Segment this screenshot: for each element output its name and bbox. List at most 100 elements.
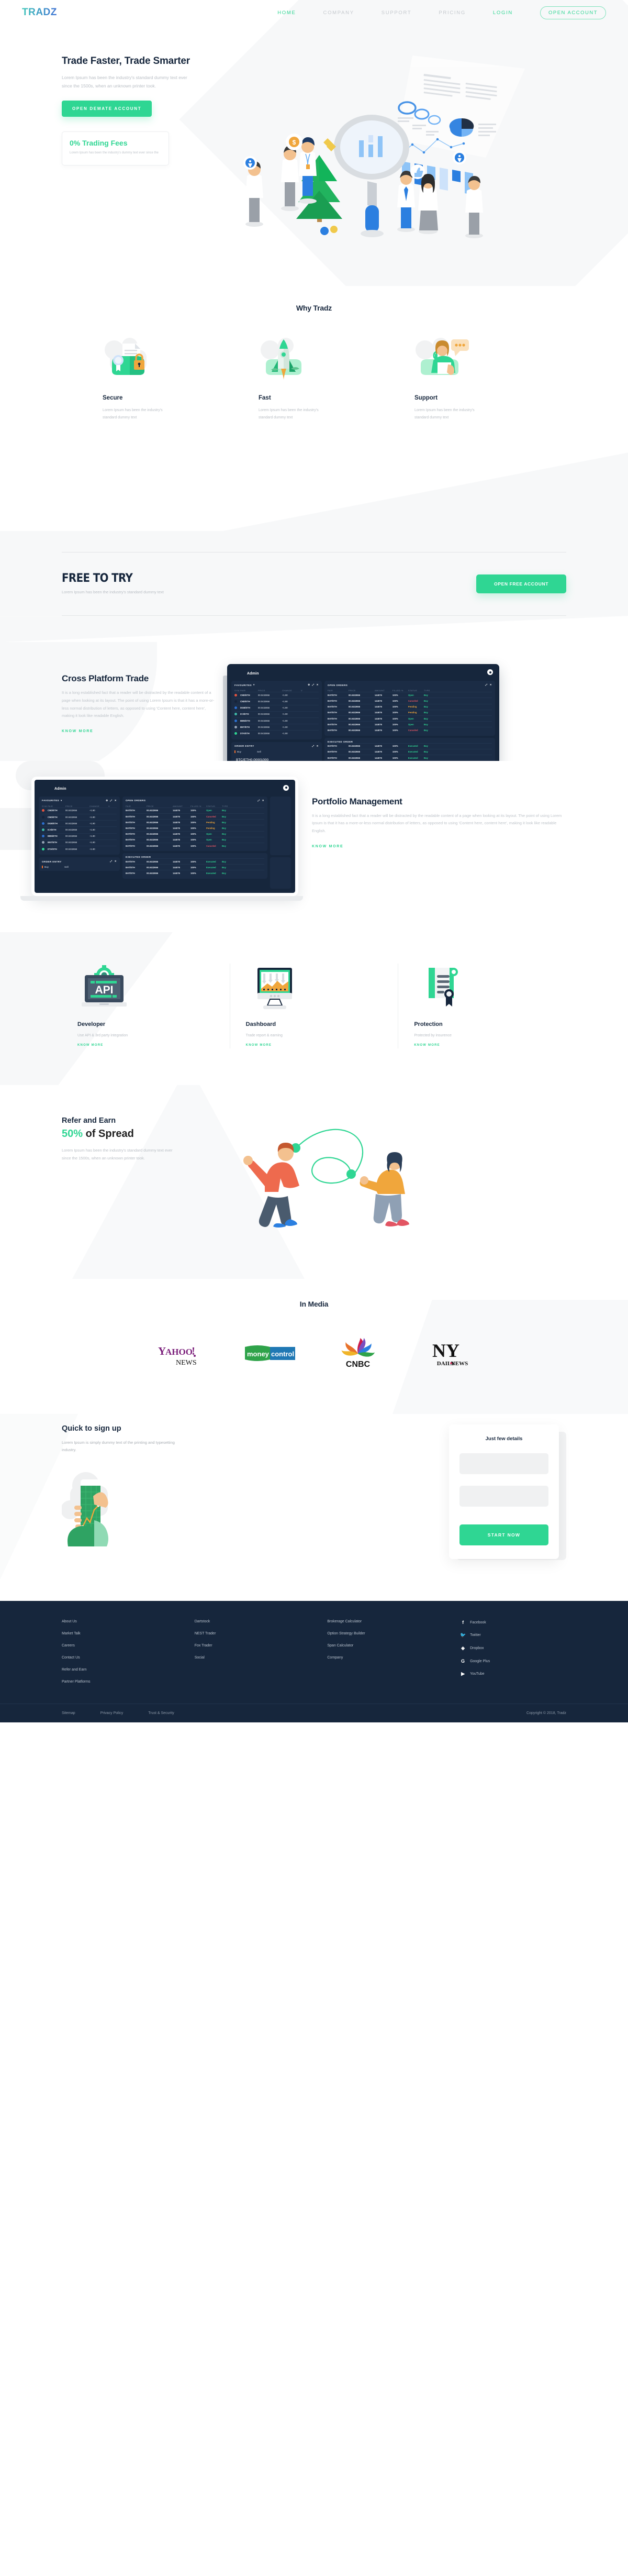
table-row[interactable]: CND/ETH 00.0432656 +1.90: [234, 692, 319, 698]
feature-know-more-link[interactable]: KNOW MORE: [246, 1044, 272, 1047]
cell-change: +1.90: [282, 706, 288, 710]
table-row[interactable]: ICX/ETH 00.0432656 +1.90: [234, 711, 319, 717]
social-link-dropbox[interactable]: ◈ Dropbox: [460, 1645, 566, 1651]
expand-icon[interactable]: ⤢: [110, 860, 113, 863]
monitor-chart-icon: [257, 967, 292, 1009]
avatar[interactable]: [283, 784, 289, 791]
table-row[interactable]: BAT/ETH 00.0432656 144076 100% Executed Buy: [327, 754, 492, 760]
table-row[interactable]: BAT/ETH 00.0432656 144076 100% Canceled Buy: [126, 842, 264, 848]
order-tab-sell[interactable]: Sell: [254, 750, 274, 753]
table-row[interactable]: BAT/ETH 00.0432656 144076 100% Open Buy: [327, 715, 492, 721]
footer-bottom-link[interactable]: Sitemap: [62, 1711, 75, 1715]
table-row[interactable]: BAT/ETH 00.0432656 144076 100% Open Buy: [327, 692, 492, 698]
table-row[interactable]: BBN/ETH 00.0432656 +1.90: [42, 833, 117, 839]
table-row[interactable]: BAT/ETH 00.0432656 144076 100% Open Buy: [126, 807, 264, 813]
chevron-down-icon[interactable]: ▾: [253, 683, 255, 687]
close-icon[interactable]: ✕: [317, 683, 319, 687]
table-row[interactable]: BAT/ETH 00.0432656 144076 100% Executed Buy: [327, 748, 492, 755]
social-link-twitter[interactable]: 🐦 Twitter: [460, 1632, 566, 1638]
social-link-facebook[interactable]: f Facebook: [460, 1620, 566, 1625]
feature-know-more-link[interactable]: KNOW MORE: [77, 1044, 103, 1047]
table-row[interactable]: BAT/ETH 00.0432656 144076 100% Open Buy: [327, 721, 492, 727]
close-icon[interactable]: ✕: [115, 860, 117, 863]
footer-link[interactable]: Option Strategy Builder: [327, 1632, 460, 1635]
footer-bottom-link[interactable]: Privacy Policy: [100, 1711, 124, 1715]
table-row[interactable]: BAT/ETH 00.0432656 144076 100% Canceled Buy: [327, 727, 492, 733]
expand-icon[interactable]: ⤢: [486, 683, 488, 687]
footer-link[interactable]: Brokerage Calculator: [327, 1620, 460, 1623]
table-row[interactable]: BAT/ETH 00.0432656 144076 100% Executed Buy: [126, 858, 264, 864]
expand-icon[interactable]: ⤢: [312, 683, 315, 687]
table-row[interactable]: BAT/ETH 00.0432656 144076 100% Pending Buy: [327, 709, 492, 715]
table-row[interactable]: BAT/ETH 00.0432656 144076 100% Executed Buy: [327, 743, 492, 749]
coin-icon: [234, 700, 240, 703]
table-row[interactable]: BBN/ETH 00.0432656 +1.90: [234, 717, 319, 724]
footer-link[interactable]: Refer and Earn: [62, 1668, 195, 1672]
chevron-down-icon[interactable]: ▾: [61, 799, 62, 802]
table-row[interactable]: BNT/ETH 00.0432656 +1.90: [42, 839, 117, 846]
table-row[interactable]: BAT/ETH 00.0432656 144076 100% Open Buy: [126, 831, 264, 837]
portfolio-know-more-link[interactable]: KNOW MORE: [312, 845, 343, 848]
order-tab-buy-2[interactable]: Buy: [42, 866, 62, 869]
close-icon[interactable]: ✕: [115, 799, 117, 802]
table-row[interactable]: CND/ETH 00.0432656 +1.90: [42, 807, 117, 814]
open-demate-account-button[interactable]: OPEN DEMATE ACCOUNT: [62, 101, 152, 117]
nav-item-home[interactable]: HOME: [277, 10, 296, 16]
table-row[interactable]: DGB/ETH 00.0432656 +1.90: [234, 704, 319, 711]
nav-item-support[interactable]: SUPPORT: [382, 10, 412, 16]
nav-item-pricing[interactable]: PRICING: [439, 10, 466, 16]
footer-link[interactable]: Dartstock: [195, 1620, 328, 1623]
expand-icon[interactable]: ⤢: [312, 745, 315, 748]
footer-link[interactable]: NEST Trader: [195, 1632, 328, 1635]
footer-bottom-link[interactable]: Trust & Security: [148, 1711, 174, 1715]
social-link-google-plus[interactable]: G Google Plus: [460, 1659, 566, 1664]
expand-icon[interactable]: ⤢: [258, 799, 260, 802]
settings-icon[interactable]: ⚙: [308, 683, 310, 687]
feature-know-more-link[interactable]: KNOW MORE: [414, 1044, 440, 1047]
close-icon[interactable]: ✕: [490, 683, 492, 687]
table-row[interactable]: BAT/ETH 00.0432656 144076 100% Executed Buy: [126, 864, 264, 870]
table-row[interactable]: BAT/ETH 00.0432656 144076 100% Pending Buy: [327, 703, 492, 710]
footer-link[interactable]: Fox Trader: [195, 1644, 328, 1648]
footer-link[interactable]: Span Calculator: [327, 1644, 460, 1648]
table-row[interactable]: CND/ETH 00.0432656 +1.90: [42, 813, 117, 820]
why-card-name: Support: [414, 395, 438, 401]
settings-icon[interactable]: ⚙: [106, 799, 108, 802]
open-free-account-button[interactable]: OPEN FREE ACCOUNT: [476, 574, 566, 594]
expand-icon[interactable]: ⤢: [110, 799, 113, 802]
nav-item-company[interactable]: COMPANY: [323, 10, 354, 16]
table-row[interactable]: DGB/ETH 00.0432656 +1.90: [42, 820, 117, 826]
footer-link[interactable]: Careers: [62, 1644, 195, 1648]
table-row[interactable]: BAT/ETH 00.0432656 144076 100% Pending Buy: [126, 819, 264, 825]
footer-link[interactable]: Market Talk: [62, 1632, 195, 1635]
close-icon[interactable]: ✕: [262, 799, 264, 802]
social-label: YouTube: [470, 1672, 485, 1676]
start-now-button[interactable]: START NOW: [459, 1524, 548, 1546]
footer-link[interactable]: Company: [327, 1656, 460, 1660]
signup-field-1[interactable]: [459, 1453, 548, 1475]
table-row[interactable]: DTA/ETH 00.0432656 +1.90: [42, 845, 117, 852]
order-tab-sell-2[interactable]: Sell: [62, 866, 82, 868]
table-row[interactable]: BAT/ETH 00.0432656 144076 100% Canceled Buy: [126, 813, 264, 819]
social-link-youtube[interactable]: ▶ YouTube: [460, 1671, 566, 1677]
footer-link[interactable]: Contact Us: [62, 1656, 195, 1660]
footer-link[interactable]: Social: [195, 1656, 328, 1660]
open-account-button[interactable]: OPEN ACCOUNT: [540, 6, 606, 19]
brand-logo[interactable]: TRADZ: [22, 7, 57, 18]
cross-know-more-link[interactable]: KNOW MORE: [62, 729, 93, 733]
table-row[interactable]: BAT/ETH 00.0432656 144076 100% Open Buy: [126, 836, 264, 843]
footer-link[interactable]: Partner Platforms: [62, 1680, 195, 1684]
table-row[interactable]: BAT/ETH 00.0432656 144076 100% Canceled Buy: [327, 698, 492, 703]
table-row[interactable]: BNT/ETH 00.0432656 +1.90: [234, 724, 319, 730]
nav-item-login[interactable]: LOGIN: [493, 10, 513, 16]
order-tab-buy[interactable]: Buy: [234, 750, 254, 753]
signup-field-2[interactable]: [459, 1486, 548, 1507]
table-row[interactable]: CND/ETH 00.0432656 +1.90: [234, 698, 319, 704]
avatar[interactable]: [487, 669, 493, 676]
table-row[interactable]: ICX/ETH 00.0432656 +1.90: [42, 826, 117, 833]
footer-link[interactable]: About Us: [62, 1620, 195, 1623]
table-row[interactable]: BAT/ETH 00.0432656 144076 100% Pending Buy: [126, 825, 264, 831]
table-row[interactable]: DTA/ETH 00.0432656 +1.90: [234, 730, 319, 736]
table-row[interactable]: BAT/ETH 00.0432656 144076 100% Executed Buy: [126, 870, 264, 876]
close-icon[interactable]: ✕: [317, 745, 319, 748]
